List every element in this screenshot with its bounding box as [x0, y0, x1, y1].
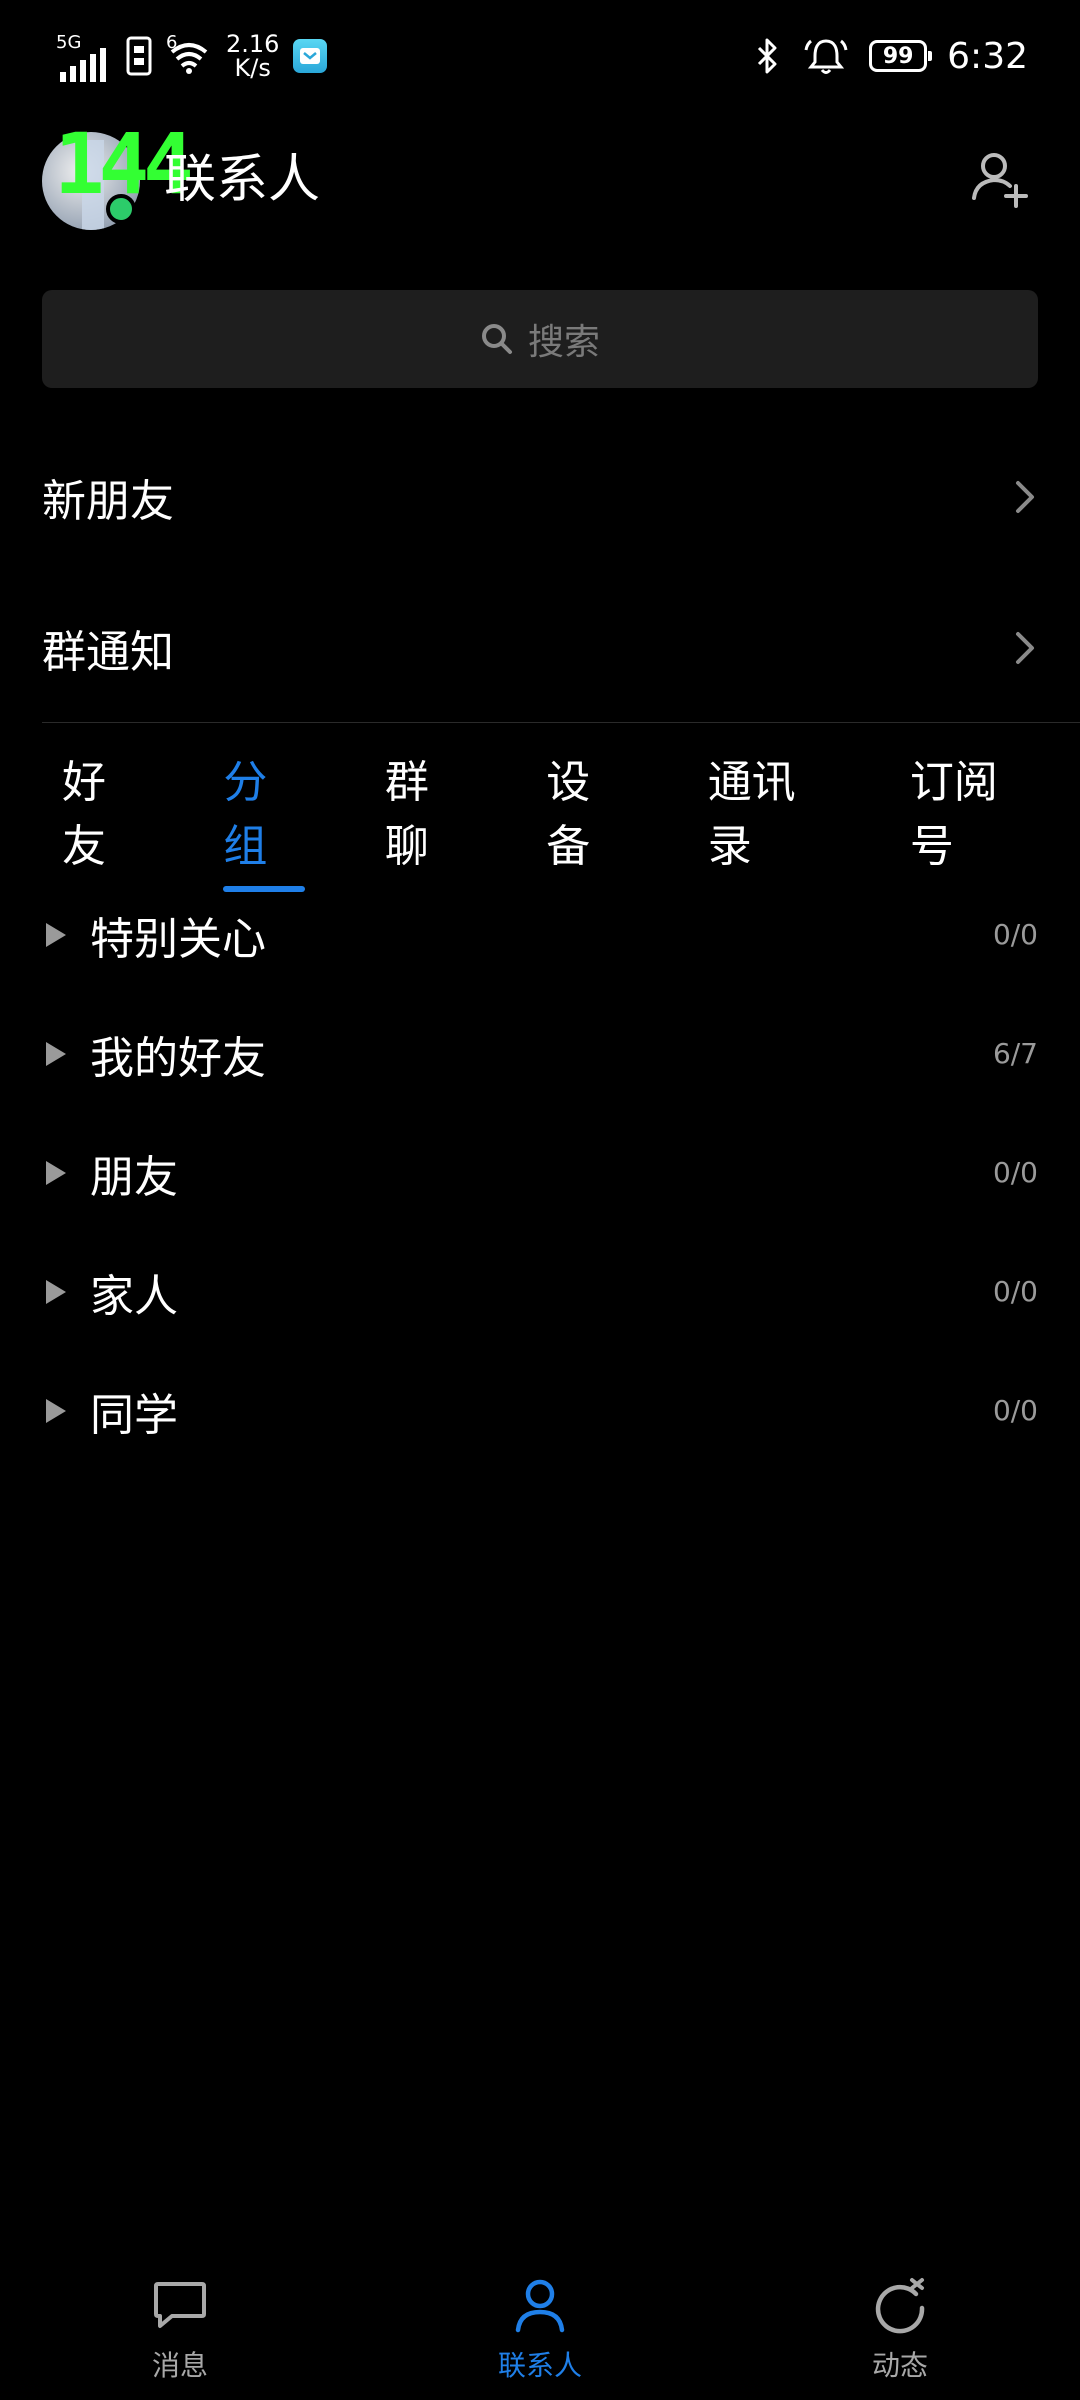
- tab-devices[interactable]: 设备: [526, 734, 647, 886]
- group-name: 朋友: [90, 1151, 178, 1203]
- nav-messages[interactable]: 消息: [0, 2260, 360, 2400]
- list-item[interactable]: 特别关心 0/0: [42, 875, 1038, 994]
- tab-label: 订阅号: [909, 757, 998, 872]
- alarm-bell-icon: [804, 39, 848, 74]
- battery-icon: 99: [869, 40, 933, 72]
- group-name: 同学: [90, 1389, 178, 1441]
- nav-moments[interactable]: 动态: [720, 2260, 1080, 2400]
- new-friends-entry[interactable]: 新朋友: [42, 437, 1038, 557]
- clock: 6:32: [947, 35, 1028, 77]
- nav-label: 消息: [151, 2349, 208, 2382]
- tab-groups[interactable]: 分组: [203, 734, 324, 892]
- search-bar[interactable]: 搜索: [42, 290, 1038, 388]
- entry-label: 群通知: [42, 627, 174, 678]
- search-placeholder: 搜索: [527, 322, 600, 363]
- chevron-right-icon: [1016, 632, 1034, 664]
- tab-friends[interactable]: 好友: [42, 734, 163, 886]
- contact-tabs: 好友 分组 群聊 设备 通讯录 订阅号: [42, 757, 1052, 892]
- tab-label: 设备: [546, 757, 591, 872]
- group-name: 我的好友: [90, 1032, 266, 1084]
- expand-arrow-icon: [46, 1398, 66, 1423]
- group-notifications-entry[interactable]: 群通知: [42, 588, 1038, 708]
- group-count: 0/0: [992, 918, 1038, 951]
- group-name: 特别关心: [90, 913, 266, 965]
- group-count: 6/7: [992, 1037, 1038, 1070]
- sim-card-icon: [126, 36, 152, 76]
- group-count: 0/0: [992, 1156, 1038, 1189]
- add-contact-icon[interactable]: [968, 146, 1034, 212]
- tab-label: 通讯录: [707, 757, 796, 872]
- expand-arrow-icon: [46, 1041, 66, 1066]
- speed-value: 2.16: [226, 30, 280, 58]
- nav-label: 动态: [871, 2349, 928, 2382]
- battery-level: 99: [882, 43, 914, 69]
- bluetooth-icon: [758, 38, 777, 74]
- expand-arrow-icon: [46, 1279, 66, 1304]
- wifi-icon: 6: [166, 34, 212, 76]
- nav-contacts[interactable]: 联系人: [360, 2260, 720, 2400]
- speed-unit: K/s: [234, 54, 271, 82]
- message-icon: [154, 2282, 206, 2328]
- tab-label: 分组: [223, 757, 268, 872]
- group-count: 0/0: [992, 1275, 1038, 1308]
- entry-label: 新朋友: [42, 476, 174, 527]
- cellular-signal-icon: 5G: [56, 34, 112, 82]
- divider: [42, 722, 1080, 723]
- tab-label: 群聊: [384, 757, 429, 872]
- page-title: 联系人: [164, 150, 321, 210]
- group-count: 0/0: [992, 1394, 1038, 1427]
- tab-subscriptions[interactable]: 订阅号: [890, 734, 1052, 886]
- nav-label: 联系人: [497, 2349, 582, 2382]
- status-bar: 5G 6 2.16 K/s 99 6:32: [0, 0, 1080, 110]
- group-list: 特别关心 0/0 我的好友 6/7 朋友 0/0 家人 0/0 同学 0/0: [42, 875, 1038, 1470]
- list-item[interactable]: 朋友 0/0: [42, 1113, 1038, 1232]
- tab-group-chats[interactable]: 群聊: [365, 734, 486, 886]
- contacts-icon: [515, 2279, 565, 2333]
- search-icon: [481, 324, 512, 354]
- expand-arrow-icon: [46, 1160, 66, 1185]
- tab-label: 好友: [62, 757, 106, 872]
- chevron-right-icon: [1016, 481, 1034, 513]
- list-item[interactable]: 家人 0/0: [42, 1232, 1038, 1351]
- app-notification-icon: [293, 39, 328, 73]
- expand-arrow-icon: [46, 922, 66, 947]
- list-item[interactable]: 我的好友 6/7: [42, 994, 1038, 1113]
- refresh-star-icon: [875, 2278, 925, 2334]
- tab-address-book[interactable]: 通讯录: [688, 734, 850, 886]
- network-speed: 2.16 K/s: [226, 32, 279, 80]
- group-name: 家人: [90, 1270, 178, 1322]
- bottom-nav: 消息 联系人 动态: [0, 2260, 1080, 2400]
- list-item[interactable]: 同学 0/0: [42, 1351, 1038, 1470]
- header: 144 联系人: [0, 120, 1080, 240]
